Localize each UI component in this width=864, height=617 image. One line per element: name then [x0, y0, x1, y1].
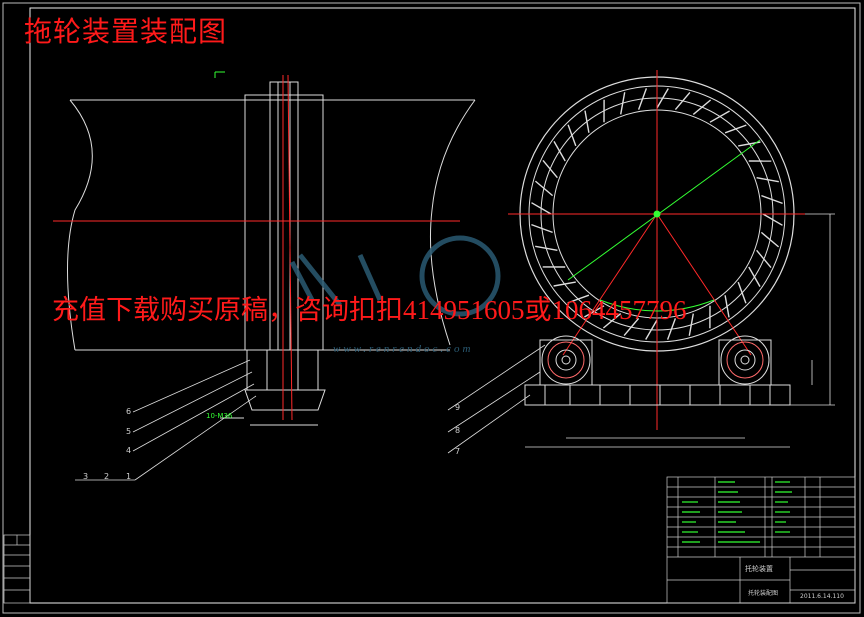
- callout-label: 6: [126, 407, 132, 416]
- drawing-date: 2011.6.14.110: [800, 593, 844, 600]
- callout-label: 3: [83, 472, 89, 481]
- tire-tooth: [553, 281, 576, 287]
- callout-label: 1: [126, 472, 132, 481]
- roller-right: [718, 335, 772, 386]
- tire-tooth: [760, 231, 780, 248]
- assembly-name: 托轮装置: [745, 565, 773, 573]
- bolt-spec-label: 10-M36: [206, 412, 233, 420]
- callout-label: 2: [104, 472, 110, 481]
- drawing-title: 拖轮装置装配图: [24, 15, 228, 48]
- tire-tooth: [692, 99, 712, 115]
- callout-label: 9: [455, 403, 461, 412]
- tire-tooth: [567, 124, 577, 147]
- callout-label: 8: [455, 426, 461, 435]
- callout-label: 5: [126, 427, 132, 436]
- callout-label: 7: [455, 447, 461, 456]
- tire-tooth: [724, 295, 730, 318]
- side-view: [67, 81, 476, 426]
- tire-tooth: [534, 180, 554, 197]
- watermark-url: www.renrendoc.com: [333, 343, 474, 355]
- overlay-promo-text: 充值下载购买原稿，咨询扣扣414951605或1064457796: [52, 295, 687, 325]
- tire-tooth: [756, 249, 772, 269]
- tire-tooth: [737, 281, 747, 304]
- tire-tooth: [724, 124, 747, 134]
- roller-left: [539, 335, 593, 386]
- tire-tooth: [584, 110, 590, 133]
- title-block: [666, 476, 856, 604]
- callout-label: 4: [126, 446, 132, 455]
- tire-tooth: [674, 91, 691, 111]
- revision-table: [3, 534, 31, 604]
- leader-lines-left: [75, 359, 257, 481]
- drawing-name: 托轮装配图: [748, 590, 779, 597]
- tire-tooth: [542, 159, 558, 179]
- leader-lines-right: [447, 344, 546, 454]
